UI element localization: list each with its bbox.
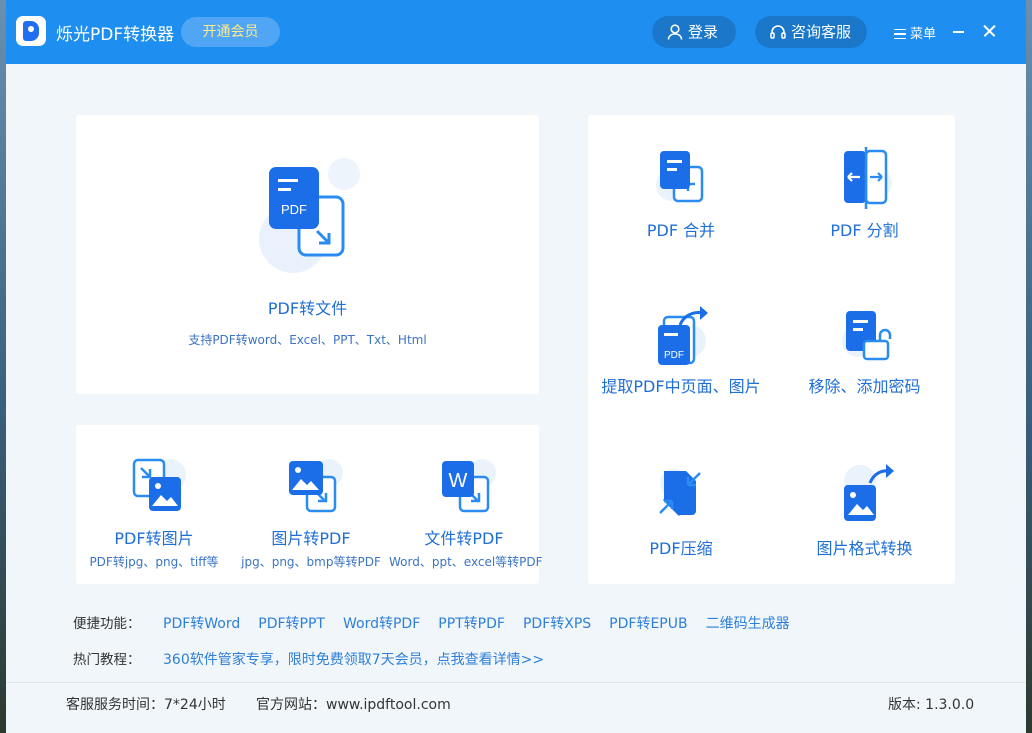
menu-icon — [894, 29, 906, 39]
extract-pages-icon: PDF — [658, 306, 708, 365]
extract-pages-tool[interactable]: PDF 提取PDF中页面、图片 — [588, 303, 774, 397]
menu-button[interactable]: 菜单 — [894, 23, 936, 42]
footer-divider — [6, 682, 1026, 683]
minimize-button[interactable] — [950, 22, 968, 40]
app-window: 烁光PDF转换器 开通会员 登录 咨询客服 菜单 PDF PDF转文件 支持PD… — [6, 0, 1026, 733]
extract-pages-label: 提取PDF中页面、图片 — [601, 377, 761, 396]
vip-button[interactable]: 开通会员 — [181, 17, 280, 47]
close-button[interactable] — [981, 22, 999, 40]
hot-tutorials-row: 热门教程： 360软件管家专享，限时免费领取7天会员，点我查看详情>> — [73, 648, 562, 669]
official-website: 官方网站：www.ipdftool.com — [256, 697, 451, 713]
pdf-compress-label: PDF压缩 — [649, 539, 713, 558]
pdf-to-file-tool[interactable]: PDF PDF转文件 支持PDF转word、Excel、PPT、Txt、Html — [76, 157, 539, 348]
pdf-to-file-card[interactable]: PDF PDF转文件 支持PDF转word、Excel、PPT、Txt、Html — [76, 115, 539, 394]
image-to-pdf-desc: jpg、png、bmp等转PDF — [241, 555, 381, 569]
conversion-tools-card: PDF转图片 PDF转jpg、png、tiff等 图片转PDF jpg、png、… — [76, 425, 543, 584]
image-to-pdf-label: 图片转PDF — [271, 529, 351, 548]
quick-link-word-to-pdf[interactable]: Word转PDF — [343, 616, 420, 632]
hot-tutorials-label: 热门教程： — [73, 652, 141, 668]
image-to-pdf-icon — [289, 459, 343, 513]
image-format-label: 图片格式转换 — [816, 539, 913, 558]
quick-link-pdf-to-xps[interactable]: PDF转XPS — [523, 616, 591, 632]
file-to-pdf-tool[interactable]: W 文件转PDF Word、ppt、excel等转PDF — [389, 457, 543, 570]
pdf-to-image-tool[interactable]: PDF转图片 PDF转jpg、png、tiff等 — [84, 457, 224, 570]
quick-link-pdf-to-epub[interactable]: PDF转EPUB — [609, 616, 687, 632]
app-title: 烁光PDF转换器 — [56, 25, 175, 45]
headset-icon — [770, 25, 786, 39]
pdf-tools-card: PDF 合并 PDF 分割 PDF 提取PDF中页面、图片 移除、添加密码 PD… — [588, 115, 955, 584]
file-to-pdf-icon: W — [442, 459, 496, 513]
svg-text:W: W — [449, 470, 468, 492]
password-label: 移除、添加密码 — [808, 377, 921, 396]
pdf-compress-tool[interactable]: PDF压缩 — [588, 461, 774, 559]
file-to-pdf-label: 文件转PDF — [424, 529, 504, 548]
version-label: 版本: 1.3.0.0 — [888, 697, 975, 713]
quick-functions-row: 便捷功能： PDF转Word PDF转PPT Word转PDF PPT转PDF PDF转X… — [73, 612, 808, 633]
pdf-compress-icon — [659, 469, 701, 517]
pdf-to-image-icon — [132, 458, 186, 511]
quick-link-pdf-to-ppt[interactable]: PDF转PPT — [258, 616, 325, 632]
app-logo-icon — [16, 16, 46, 46]
pdf-merge-label: PDF 合并 — [646, 221, 716, 240]
quick-functions-label: 便捷功能： — [73, 616, 141, 632]
login-label: 登录 — [688, 23, 719, 41]
pdf-to-image-desc: PDF转jpg、png、tiff等 — [89, 555, 219, 569]
pdf-split-icon — [843, 147, 892, 209]
hot-tutorial-link[interactable]: 360软件管家专享，限时免费领取7天会员，点我查看详情>> — [163, 652, 544, 668]
pdf-to-image-label: PDF转图片 — [114, 529, 194, 548]
image-format-tool[interactable]: 图片格式转换 — [774, 461, 955, 559]
menu-label: 菜单 — [910, 27, 937, 42]
pdf-merge-icon — [656, 151, 704, 203]
pdf-split-label: PDF 分割 — [830, 221, 899, 240]
image-to-pdf-tool[interactable]: 图片转PDF jpg、png、bmp等转PDF — [236, 457, 386, 570]
service-label: 咨询客服 — [791, 23, 852, 41]
customer-service-button[interactable]: 咨询客服 — [755, 16, 867, 48]
svg-text:PDF: PDF — [281, 202, 307, 217]
pdf-to-file-desc: 支持PDF转word、Excel、PPT、Txt、Html — [188, 333, 427, 347]
password-lock-icon — [841, 311, 891, 361]
quick-link-pdf-to-word[interactable]: PDF转Word — [163, 616, 240, 632]
pdf-split-tool[interactable]: PDF 分割 — [774, 147, 955, 241]
image-format-convert-icon — [843, 464, 894, 521]
password-tool[interactable]: 移除、添加密码 — [774, 303, 955, 397]
user-icon — [667, 24, 683, 40]
svg-text:PDF: PDF — [664, 350, 684, 361]
login-button[interactable]: 登录 — [652, 16, 736, 48]
title-bar: 烁光PDF转换器 开通会员 登录 咨询客服 菜单 — [6, 0, 1026, 64]
pdf-to-file-label: PDF转文件 — [267, 299, 348, 318]
file-to-pdf-desc: Word、ppt、excel等转PDF — [389, 555, 543, 569]
pdf-to-file-icon: PDF — [258, 158, 360, 273]
service-time: 客服服务时间：7*24小时 — [66, 697, 226, 713]
quick-link-ppt-to-pdf[interactable]: PPT转PDF — [438, 616, 505, 632]
quick-link-qrcode[interactable]: 二维码生成器 — [706, 616, 790, 632]
pdf-merge-tool[interactable]: PDF 合并 — [588, 147, 774, 241]
